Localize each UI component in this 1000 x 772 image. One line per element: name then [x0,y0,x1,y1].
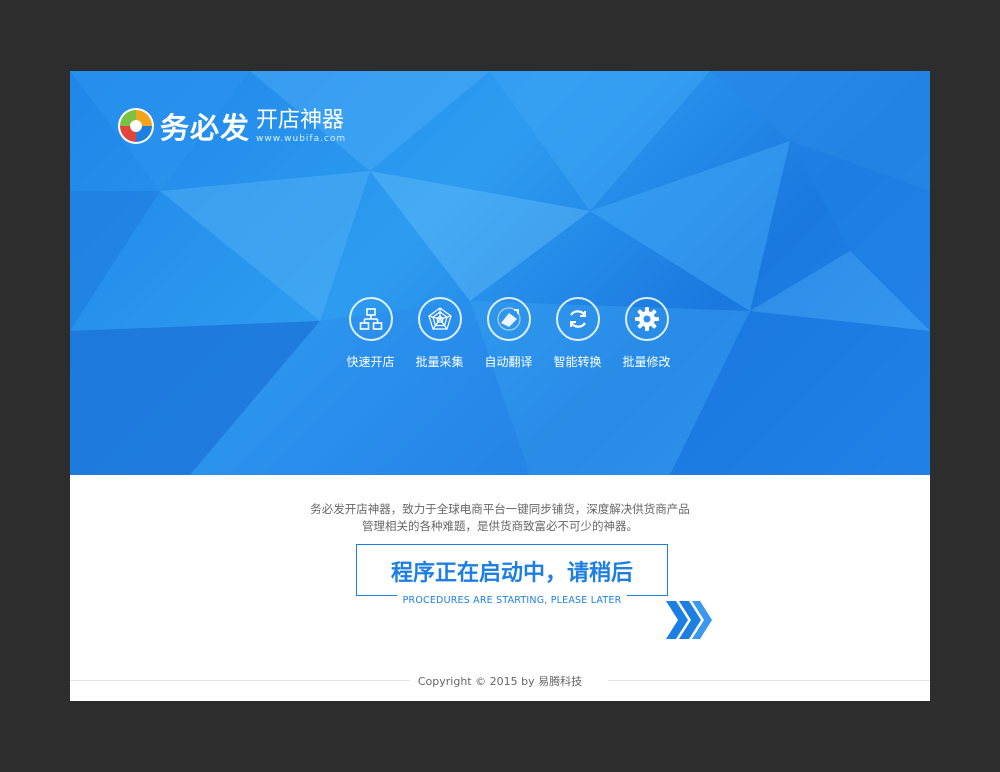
feature-label: 智能转换 [553,355,602,369]
brand-name: 务必发 [160,111,251,145]
app-logo: 务必发 开店神器 www.wubifa.com [116,105,346,147]
description-line: 务必发开店神器，致力于全球电商平台一键同步铺货，深度解决供货商产品 [310,502,690,516]
loading-status-box: 程序正在启动中，请稍后 PROCEDURES ARE STARTING, PLE… [356,544,668,606]
product-description: 务必发开店神器，致力于全球电商平台一键同步铺货，深度解决供货商产品 管理相关的各… [70,501,930,535]
translate-icon [486,297,531,341]
sitemap-icon [348,297,393,341]
website-url: www.wubifa.com [256,133,347,144]
feature-quick-open-store: 快速开店 [336,297,405,370]
product-name: 开店神器 [256,107,345,133]
chevron-right-arrows-icon [666,601,712,639]
feature-list: 快速开店 批量采集 自动翻译 智能转换 批量修改 [336,297,681,370]
loading-status-title: 程序正在启动中，请稍后 [390,561,633,586]
copyright-text: Copyright © 2015 by 易腾科技 [409,675,591,688]
feature-auto-translate: 自动翻译 [474,297,543,370]
feature-label: 批量采集 [415,355,464,369]
hero-banner: 务必发 开店神器 www.wubifa.com 快速开店 批量采集 自动翻译 智… [70,71,930,475]
gear-icon [624,297,669,341]
feature-batch-edit: 批量修改 [612,297,681,370]
feature-smart-convert: 智能转换 [543,297,612,370]
refresh-icon [555,297,600,341]
feature-label: 批量修改 [622,355,671,369]
footer: Copyright © 2015 by 易腾科技 [70,673,930,688]
loading-status-subtitle: PROCEDURES ARE STARTING, PLEASE LATER [396,595,628,606]
description-line: 管理相关的各种难题，是供货商致富必不可少的神器。 [362,519,638,533]
feature-label: 快速开店 [346,355,395,369]
feature-batch-collect: 批量采集 [405,297,474,370]
radar-web-icon [417,297,462,341]
swirl-logo-icon [118,108,154,144]
launcher-window: 务必发 开店神器 www.wubifa.com 快速开店 批量采集 自动翻译 智… [70,71,930,701]
feature-label: 自动翻译 [484,355,533,369]
